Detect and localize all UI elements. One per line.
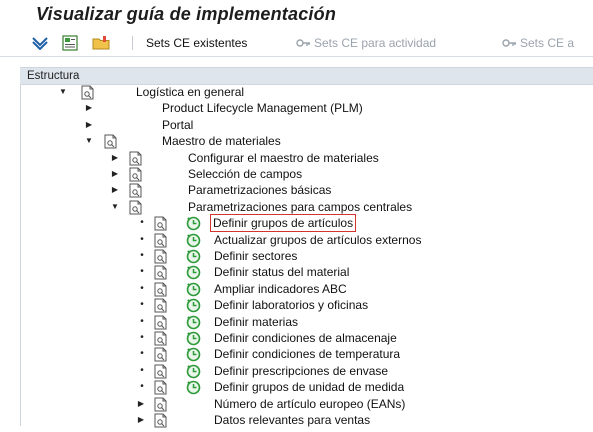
- tree-activity-label[interactable]: Ampliar indicadores ABC: [214, 281, 347, 297]
- tree-activity-label[interactable]: Definir condiciones de almacenaje: [214, 330, 397, 346]
- tree-node-level3-label[interactable]: Número de artículo europeo (EANs): [214, 396, 405, 412]
- collapse-arrow-icon[interactable]: ▼: [84, 133, 94, 149]
- expand-arrow-icon[interactable]: ▶: [84, 117, 94, 133]
- bullet-icon: •: [140, 282, 144, 294]
- tree-row[interactable]: ▶ Parametrizaciones básicas: [0, 182, 593, 198]
- expand-all-button[interactable]: [32, 34, 48, 52]
- tree-node-level1-label[interactable]: Product Lifecycle Management (PLM): [162, 100, 363, 116]
- expand-arrow-icon[interactable]: ▶: [110, 166, 120, 182]
- bullet-icon: •: [140, 348, 144, 360]
- bullet-icon: •: [140, 381, 144, 393]
- tree-row[interactable]: ▶ Número de artículo europeo (EANs): [0, 396, 593, 412]
- sets-ce-cut-label: Sets CE a: [520, 36, 575, 50]
- toolbar-separator: [132, 36, 133, 50]
- tree-node-level1-label[interactable]: Portal: [162, 117, 193, 133]
- document-icon: [153, 413, 169, 432]
- tree-node-level2-label[interactable]: Selección de campos: [188, 166, 302, 182]
- documentation-button[interactable]: [62, 34, 78, 52]
- bullet-icon: •: [140, 266, 144, 278]
- bullet-icon: •: [140, 299, 144, 311]
- tree-node-level1-label[interactable]: Maestro de materiales: [162, 133, 281, 149]
- sets-ce-actividad-button[interactable]: Sets CE para actividad: [296, 34, 436, 52]
- sets-ce-actividad-label: Sets CE para actividad: [314, 36, 437, 50]
- tree-activity-label[interactable]: Definir grupos de artículos: [209, 214, 357, 233]
- key-icon: [296, 39, 310, 47]
- documentation-icon: [62, 35, 78, 51]
- tree-row[interactable]: • Actualizar grupos de artículos externos: [0, 232, 593, 248]
- tree-row[interactable]: ▶ Portal: [0, 117, 593, 133]
- tree-row[interactable]: • Ampliar indicadores ABC: [0, 281, 593, 297]
- sets-ce-existentes-label: Sets CE existentes: [146, 36, 248, 50]
- bookmark-button[interactable]: [92, 34, 110, 52]
- tree-node-level2-label[interactable]: Parametrizaciones básicas: [188, 182, 331, 198]
- expand-arrow-icon[interactable]: ▶: [84, 100, 94, 116]
- bullet-icon: •: [140, 315, 144, 327]
- bullet-icon: •: [140, 233, 144, 245]
- tree-row[interactable]: • Definir prescripciones de envase: [0, 363, 593, 379]
- tree-activity-label[interactable]: Definir grupos de unidad de medida: [214, 379, 404, 395]
- title-bar: Visualizar guía de implementación: [0, 0, 593, 30]
- tree-activity-label[interactable]: Definir materias: [214, 314, 298, 330]
- expand-arrow-icon[interactable]: ▶: [110, 150, 120, 166]
- tree-node-level2-label[interactable]: Configurar el maestro de materiales: [188, 150, 379, 166]
- tree-header-label: Estructura: [27, 70, 80, 82]
- tree-activity-label[interactable]: Definir condiciones de temperatura: [214, 346, 400, 362]
- tree-row[interactable]: ▶ Selección de campos: [0, 166, 593, 182]
- sets-ce-existentes-button[interactable]: Sets CE existentes: [146, 34, 247, 52]
- bullet-icon: •: [140, 364, 144, 376]
- tree-row[interactable]: • Definir condiciones de almacenaje: [0, 330, 593, 346]
- tree-activity-label[interactable]: Actualizar grupos de artículos externos: [214, 232, 421, 248]
- tree-row[interactable]: ▼ Logística en general: [0, 84, 593, 100]
- folder-icon: [92, 36, 110, 50]
- collapse-arrow-icon[interactable]: ▼: [110, 199, 120, 215]
- tree-activity-label[interactable]: Definir status del material: [214, 264, 349, 280]
- tree-row[interactable]: • Definir grupos de artículos: [0, 214, 593, 233]
- key-icon: [502, 39, 516, 47]
- tree-row[interactable]: ▼ Maestro de materiales: [0, 133, 593, 149]
- tree-row[interactable]: ▼ Parametrizaciones para campos centrales: [0, 199, 593, 215]
- tree-activity-label[interactable]: Definir sectores: [214, 248, 297, 264]
- bullet-icon: •: [140, 332, 144, 343]
- expand-icon: [32, 37, 48, 50]
- tree-activity-label[interactable]: Definir laboratorios y oficinas: [214, 297, 368, 313]
- expand-arrow-icon[interactable]: ▶: [110, 182, 120, 198]
- collapse-arrow-icon[interactable]: ▼: [58, 84, 68, 100]
- tree-node-level2-label[interactable]: Parametrizaciones para campos centrales: [188, 199, 412, 215]
- expand-arrow-icon[interactable]: ▶: [136, 396, 146, 412]
- tree-node-logistica-label[interactable]: Logística en general: [136, 84, 244, 100]
- tree-row[interactable]: • Definir grupos de unidad de medida: [0, 379, 593, 395]
- tree-activity-label[interactable]: Definir prescripciones de envase: [214, 363, 388, 379]
- tree-row[interactable]: • Definir materias: [0, 314, 593, 330]
- tree-row[interactable]: • Definir sectores: [0, 248, 593, 264]
- tree-row[interactable]: • Definir status del material: [0, 264, 593, 280]
- tree-row[interactable]: • Definir condiciones de temperatura: [0, 346, 593, 362]
- page-title: Visualizar guía de implementación: [36, 4, 337, 24]
- tree-row[interactable]: • Definir laboratorios y oficinas: [0, 297, 593, 313]
- sets-ce-cut-button[interactable]: Sets CE a: [502, 34, 574, 52]
- bullet-icon: •: [140, 217, 144, 229]
- tree-row[interactable]: ▶ Configurar el maestro de materiales: [0, 150, 593, 166]
- toolbar: Sets CE existentes Sets CE para activida…: [0, 30, 593, 57]
- bullet-icon: •: [140, 250, 144, 261]
- tree-header: Estructura: [20, 67, 593, 85]
- tree-row[interactable]: ▶ Product Lifecycle Management (PLM): [0, 100, 593, 116]
